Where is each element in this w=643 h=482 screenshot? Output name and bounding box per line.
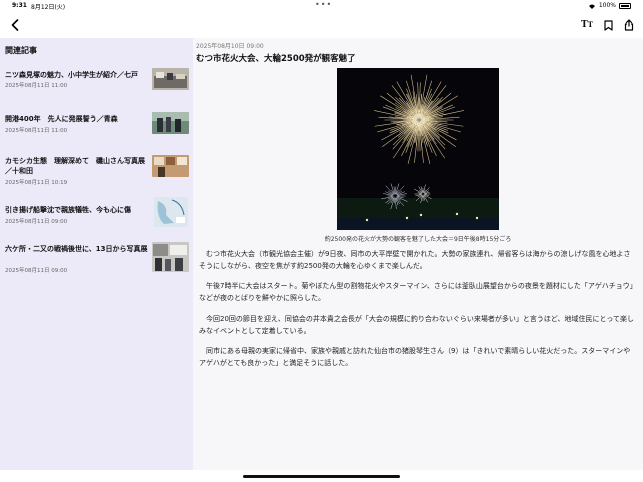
related-article-date: 2025年08月11日 11:00 [5, 128, 68, 134]
related-article-item[interactable]: 六ケ所・二又の戦禍後世に、13日から写真展 2025年08月11日 09:00 [0, 242, 193, 286]
status-time: 9:31 [12, 2, 27, 9]
back-button[interactable] [8, 18, 22, 32]
article-photo[interactable] [337, 68, 499, 230]
article-view: 2025年08月10日 09:00 むつ市花火大会、大輪2500発が観客魅了 約… [193, 38, 643, 470]
battery-percent: 100% [598, 2, 616, 9]
article-paragraph: むつ市花火大会（市観光協会主催）が9日夜、同市の大平岸壁で開かれた。大勢の家族連… [199, 250, 631, 270]
nav-actions: TT [581, 18, 635, 32]
related-article-date: 2025年08月11日 09:00 [5, 268, 68, 274]
related-article-date: 2025年08月11日 10:19 [5, 180, 68, 186]
related-article-item[interactable]: カモシカ生態 理解深めて 磯山さん写真展／十和田 2025年08月11日 10:… [0, 154, 193, 198]
battery-icon [619, 2, 631, 9]
related-article-title: カモシカ生態 理解深めて 磯山さん写真展／十和田 [5, 157, 145, 175]
sidebar-title: 関連記事 [5, 46, 37, 55]
related-article-item[interactable]: 開港400年 先人に発展誓う／青森 2025年08月11日 11:00 [0, 112, 193, 156]
article-paragraph: 午後7時半に大会はスタート。菊やぼたん型の割物花火やスターマイン、さらには釜臥山… [199, 282, 637, 302]
font-size-button[interactable]: TT [581, 18, 593, 32]
related-article-title: ニツ森見塚の魅力、小中学生が紹介／七戸 [5, 71, 138, 79]
related-article-thumbnail [152, 112, 189, 134]
related-article-thumbnail [154, 197, 188, 227]
related-article-date: 2025年08月11日 09:00 [5, 219, 68, 225]
share-icon [624, 19, 634, 31]
related-article-thumbnail [152, 242, 189, 272]
related-article-item[interactable]: ニツ森見塚の魅力、小中学生が紹介／七戸 2025年08月11日 11:00 [0, 68, 193, 112]
photo-caption: 約2500発の花火が大勢の観客を魅了した大会＝9日午後8時15分ごろ [324, 236, 512, 243]
related-article-thumbnail [152, 68, 189, 90]
text-size-icon: TT [581, 20, 593, 30]
article-title: むつ市花火大会、大輪2500発が観客魅了 [196, 54, 356, 64]
related-article-title: 六ケ所・二又の戦禍後世に、13日から写真展 [5, 245, 148, 253]
bookmark-button[interactable] [602, 18, 614, 32]
related-article-date: 2025年08月11日 11:00 [5, 83, 68, 89]
fireworks-image [337, 68, 499, 230]
share-button[interactable] [623, 18, 635, 32]
related-article-thumbnail [152, 155, 189, 177]
status-right: 100% [588, 2, 631, 9]
related-articles-sidebar: 関連記事 ニツ森見塚の魅力、小中学生が紹介／七戸 2025年08月11日 11:… [0, 38, 193, 470]
article-paragraph: 今回20回の節目を迎え、同協会の井本貴之会長が「大会の規模に釣り合わないぐらい来… [199, 315, 634, 335]
chevron-left-icon [11, 19, 19, 31]
related-article-item[interactable]: 引き揚げ船撃沈で親族犠牲、今も心に傷 2025年08月11日 09:00 [0, 197, 193, 247]
bookmark-icon [603, 19, 613, 31]
related-article-title: 引き揚げ船撃沈で親族犠牲、今も心に傷 [5, 206, 131, 214]
related-article-title: 開港400年 先人に発展誓う／青森 [5, 115, 118, 123]
nav-bar: TT [0, 12, 643, 38]
wifi-icon [588, 4, 595, 9]
article-date: 2025年08月10日 09:00 [196, 43, 264, 50]
status-bar: 9:31 8月12日(火) ••• 100% [0, 0, 643, 12]
home-indicator[interactable] [243, 475, 400, 478]
multitasking-dots-icon[interactable]: ••• [315, 0, 332, 9]
status-date: 8月12日(火) [31, 4, 66, 11]
article-paragraph: 同市にある母親の実家に帰省中、家族や親戚と訪れた仙台市の猪股琴生さん（9）は「き… [199, 347, 631, 367]
